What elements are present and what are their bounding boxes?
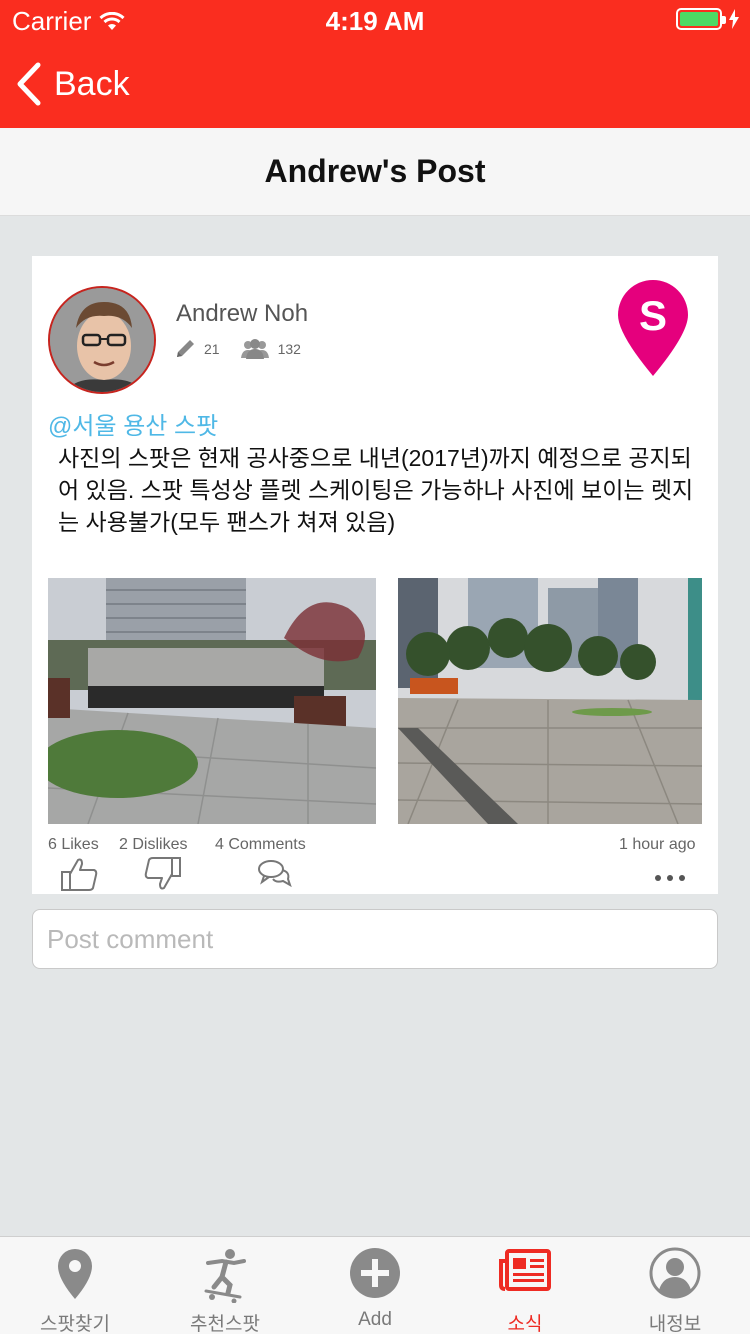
title-bar: Andrew's Post: [0, 128, 750, 216]
status-time: 4:19 AM: [325, 6, 425, 36]
top-header: Carrier 4:19 AM Back: [0, 0, 750, 128]
spot-pin-icon[interactable]: S: [616, 278, 690, 378]
post-photo-2[interactable]: [398, 578, 702, 824]
photo-image-2: [398, 578, 702, 824]
tab-my-info[interactable]: 내정보: [600, 1237, 750, 1334]
back-label: Back: [54, 64, 130, 103]
photo-image-1: [48, 578, 376, 824]
svg-text:S: S: [639, 292, 667, 339]
newspaper-icon: [499, 1249, 551, 1291]
tab-add[interactable]: Add: [300, 1237, 450, 1334]
followers-count: 132: [277, 341, 301, 357]
pencil-icon: [177, 340, 194, 357]
status-right: [676, 8, 740, 30]
author-avatar[interactable]: [48, 286, 156, 394]
tab-find-spot[interactable]: 스팟찾기: [0, 1237, 150, 1334]
comment-bubble-icon[interactable]: [256, 858, 292, 888]
back-button[interactable]: Back: [16, 62, 130, 106]
tab-label: 내정보: [648, 1314, 702, 1334]
spot-tag-link[interactable]: @서울 용산 스팟: [48, 406, 218, 441]
posts-count: 21: [204, 341, 220, 357]
dislikes-count: 2 Dislikes: [119, 836, 188, 853]
users-icon: [240, 339, 269, 359]
thumbs-up-icon[interactable]: [60, 856, 100, 892]
charging-icon: [729, 9, 739, 29]
tab-news[interactable]: 소식: [450, 1237, 600, 1334]
tab-bar: 스팟찾기 추천스팟 Add 소식 내정보: [0, 1236, 750, 1334]
tab-label: 소식: [507, 1314, 543, 1334]
post-body-text: 사진의 스팟은 현재 공사중으로 내년(2017년)까지 예정으로 공지되어 있…: [58, 445, 694, 535]
post-photo-1[interactable]: [48, 578, 376, 824]
page-title: Andrew's Post: [264, 153, 486, 189]
avatar-image: [50, 288, 154, 392]
profile-icon: [649, 1247, 701, 1299]
author-name[interactable]: Andrew Noh: [176, 300, 308, 328]
tab-label: 추천스팟: [190, 1314, 260, 1334]
author-stats: 21 132: [174, 338, 301, 360]
battery-icon: [676, 8, 726, 30]
tab-label: 스팟찾기: [40, 1314, 110, 1334]
post-comment-input[interactable]: [32, 909, 718, 969]
thumbs-down-icon[interactable]: [142, 856, 182, 892]
skater-icon: [204, 1249, 246, 1303]
plus-circle-icon: [350, 1248, 400, 1298]
map-pin-icon: [58, 1249, 92, 1299]
post-card: Andrew Noh 21 132 S @서울 용산 스팟 사진의 스팟은 현재…: [32, 256, 718, 894]
tab-label: Add: [358, 1309, 392, 1330]
post-time: 1 hour ago: [619, 836, 696, 853]
likes-count: 6 Likes: [48, 836, 99, 853]
more-options-icon[interactable]: [652, 870, 688, 886]
chevron-left-icon: [17, 62, 41, 106]
comments-count: 4 Comments: [215, 836, 306, 853]
tab-recommended-spot[interactable]: 추천스팟: [150, 1237, 300, 1334]
